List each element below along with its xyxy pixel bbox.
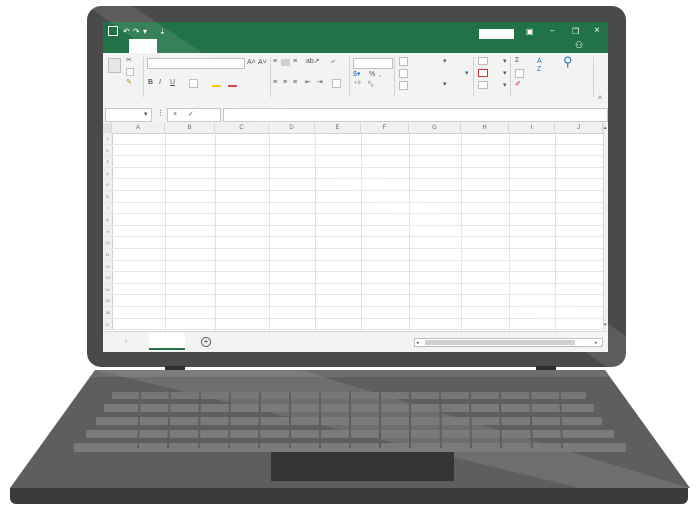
trackpad[interactable] [271, 452, 454, 481]
screen-glare [87, 6, 626, 367]
laptop-base-edge [10, 488, 688, 504]
key-gaps [137, 390, 563, 449]
